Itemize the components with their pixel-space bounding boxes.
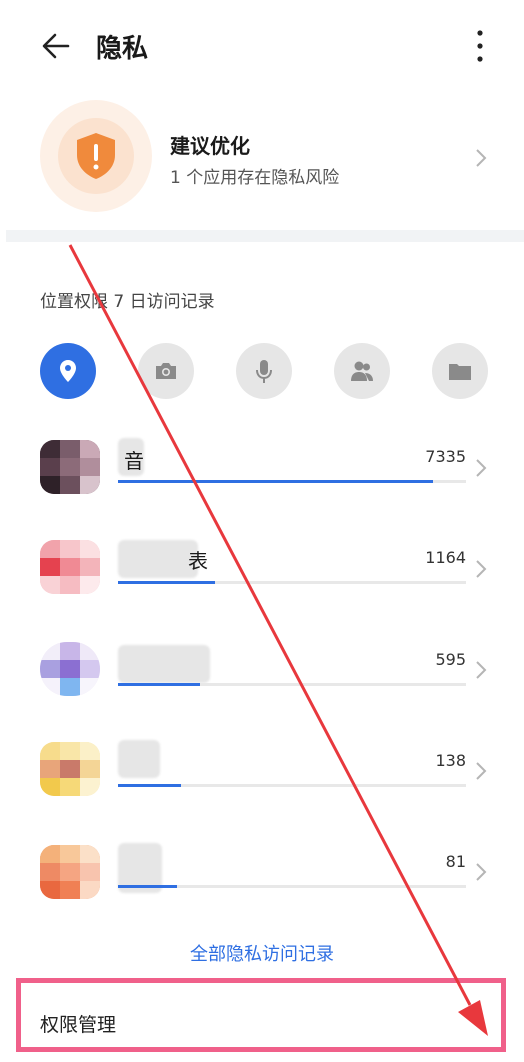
camera-icon <box>156 363 176 379</box>
app-icon <box>40 440 100 494</box>
app-icon <box>40 845 100 899</box>
app-name-visible: 表 <box>188 549 208 573</box>
suggestion-title: 建议优化 <box>170 134 250 158</box>
location-pin-icon <box>60 360 76 382</box>
category-camera-button[interactable] <box>138 343 194 399</box>
chevron-right-icon <box>476 863 487 881</box>
warning-shield-icon <box>77 133 115 179</box>
access-count: 138 <box>435 751 466 770</box>
app-name-blurred <box>118 540 198 578</box>
access-progress-fill <box>118 683 200 686</box>
folder-icon <box>449 364 471 380</box>
access-count: 1164 <box>425 548 466 567</box>
access-count: 595 <box>435 650 466 669</box>
location-section-title: 位置权限 7 日访问记录 <box>40 292 215 312</box>
access-progress-bar <box>118 784 466 787</box>
chevron-right-icon <box>476 149 487 167</box>
app-name-blurred <box>118 645 210 683</box>
access-progress-fill <box>118 784 181 787</box>
category-contacts-button[interactable] <box>334 343 390 399</box>
chevron-right-icon <box>476 661 487 679</box>
app-name-visible: 音 <box>124 449 144 473</box>
chevron-right-icon <box>476 560 487 578</box>
chevron-right-icon <box>476 762 487 780</box>
all-privacy-records-link[interactable]: 全部隐私访问记录 <box>0 940 524 966</box>
category-location-button[interactable] <box>40 343 96 399</box>
chevron-right-icon <box>476 459 487 477</box>
access-count: 7335 <box>425 447 466 466</box>
access-progress-bar <box>118 581 466 584</box>
access-progress-fill <box>118 581 216 584</box>
contacts-icon <box>351 361 373 381</box>
app-icon <box>40 742 100 796</box>
app-name-blurred <box>118 740 160 778</box>
back-arrow-icon[interactable] <box>40 30 72 62</box>
app-icon <box>40 540 100 594</box>
suggestion-subtitle: 1 个应用存在隐私风险 <box>170 168 340 188</box>
section-divider <box>6 230 524 242</box>
more-options-icon[interactable] <box>470 28 490 64</box>
access-progress-fill <box>118 885 178 888</box>
microphone-icon <box>256 360 272 383</box>
access-count: 81 <box>445 852 466 871</box>
access-progress-fill <box>118 480 433 483</box>
access-progress-bar <box>118 885 466 888</box>
permission-management-label: 权限管理 <box>40 1014 117 1036</box>
category-files-button[interactable] <box>432 343 488 399</box>
category-microphone-button[interactable] <box>236 343 292 399</box>
access-progress-bar <box>118 480 466 483</box>
access-progress-bar <box>118 683 466 686</box>
page-title: 隐私 <box>96 34 149 64</box>
app-icon <box>40 642 100 696</box>
